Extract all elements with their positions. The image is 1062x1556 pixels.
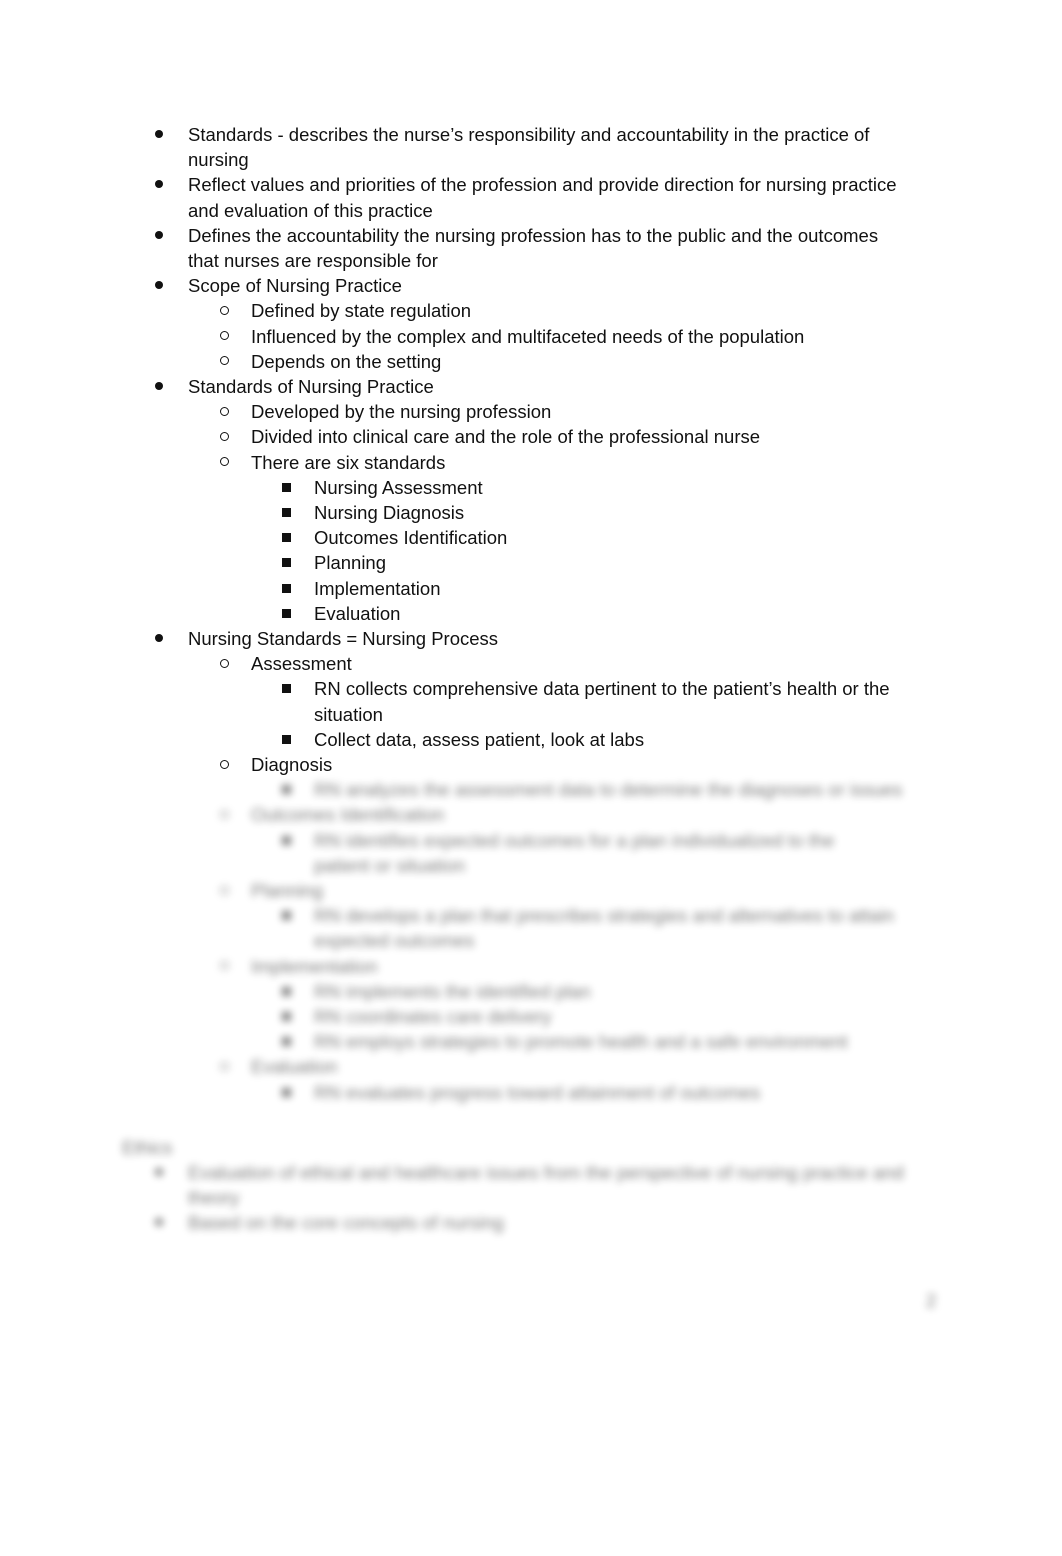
bullet-level-2-icon [220,880,229,902]
list-item-text: RN evaluates progress toward attainment … [314,1081,761,1103]
bullet-level-3-icon [282,779,291,801]
bullet-level-2-icon [220,1056,229,1078]
list-item-text: RN identifies expected outcomes for a pl… [314,829,835,851]
list-item-text: Standards - describes the nurse’s respon… [188,124,870,145]
bullet-level-1-icon [155,174,163,196]
list-item-text: There are six standards [251,451,446,473]
bullet-level-2-icon [220,653,229,675]
bullet-level-3-icon [282,1031,291,1053]
bullet-level-2-icon [220,401,229,423]
bullet-level-1-icon [155,628,163,650]
list-item-text: RN develops a plan that prescribes strat… [314,905,894,927]
list-item-text: expected outcomes [314,930,475,952]
list-item-text: Reflect values and priorities of the pro… [188,174,897,196]
bullet-level-2-icon [220,426,229,448]
bullet-level-2-icon [220,326,229,348]
list-item-text: Defines the accountability the nursing p… [188,224,879,246]
list-item-text: RN collects comprehensive data pertinent… [314,678,890,700]
list-item-text: and evaluation of this practice [188,199,433,221]
list-item-text: Defined by state regulation [251,300,472,322]
list-item-text: Nursing Diagnosis [314,502,465,523]
bullet-level-1-icon [155,124,163,146]
bullet-level-3-icon [282,502,291,524]
list-item-text: Planning [314,552,387,574]
list-item-text: that nurses are responsible for [188,250,438,271]
bullet-level-2-icon [220,754,229,776]
bullet-level-3-icon [282,905,291,927]
list-item-text: Planning [251,880,324,901]
bullet-level-3-icon [282,552,291,574]
bullet-level-3-icon [282,981,291,1003]
bullet-level-3-icon [282,578,291,600]
list-item-text: nursing [188,149,249,171]
bullet-level-1-icon [155,275,163,297]
bullet-level-3-icon [282,477,291,499]
bullet-level-1-icon [155,225,163,247]
list-item-text: situation [314,703,383,725]
bullet-level-2-icon [220,452,229,474]
bullet-level-3-icon [282,729,291,751]
list-item-text: Outcomes Identification [314,527,508,549]
page-number: 2 [926,1290,937,1311]
bullet-level-1-icon [155,1212,163,1234]
list-item-text: Implementation [314,577,441,599]
list-item-text: Collect data, assess patient, look at la… [314,728,645,750]
list-item-text: Assessment [251,653,352,675]
bullet-level-3-icon [282,830,291,852]
bullet-level-2-icon [220,351,229,373]
list-item-text: Diagnosis [251,754,333,775]
bullet-level-2-icon [220,804,229,826]
bullet-level-3-icon [282,603,291,625]
bullet-level-2-icon [220,956,229,978]
bullet-level-3-icon [282,1082,291,1104]
list-item-text: Influenced by the complex and multifacet… [251,325,805,347]
bullet-level-1-icon [155,376,163,398]
bullet-level-3-icon [282,1006,291,1028]
list-item-text: Evaluation [251,1056,338,1078]
list-item-text: Developed by the nursing profession [251,401,552,423]
list-item-text: Evaluation [314,602,401,624]
list-item-text: Nursing Assessment [314,476,483,498]
list-item-text: Nursing Standards = Nursing Process [188,628,499,649]
list-item-text: Implementation [251,955,378,977]
list-item-text: Evaluation of ethical and healthcare iss… [188,1161,904,1183]
list-item-text: theory [188,1187,240,1208]
list-item-text: Standards of Nursing Practice [188,376,434,397]
list-item-text: RN analyzes the assessment data to deter… [314,779,903,801]
list-item-text: Outcomes Identification [251,804,445,826]
list-item-text: Depends on the setting [251,350,442,372]
list-item-text: RN implements the identified plan [314,980,591,1002]
bullet-level-1-icon [155,1162,163,1184]
list-item-text: Divided into clinical care and the role … [251,426,761,448]
list-item-text: Scope of Nursing Practice [188,275,402,297]
list-item-text: RN employs strategies to promote health … [314,1031,848,1053]
bullet-level-3-icon [282,678,291,700]
bullet-level-3-icon [282,527,291,549]
list-item-text: patient or situation [314,854,466,876]
list-item-text: Based on the core concepts of nursing [188,1212,504,1234]
section-heading: Ethics [122,1136,173,1158]
list-item-text: RN coordinates care delivery [314,1006,552,1027]
bullet-level-2-icon [220,300,229,322]
